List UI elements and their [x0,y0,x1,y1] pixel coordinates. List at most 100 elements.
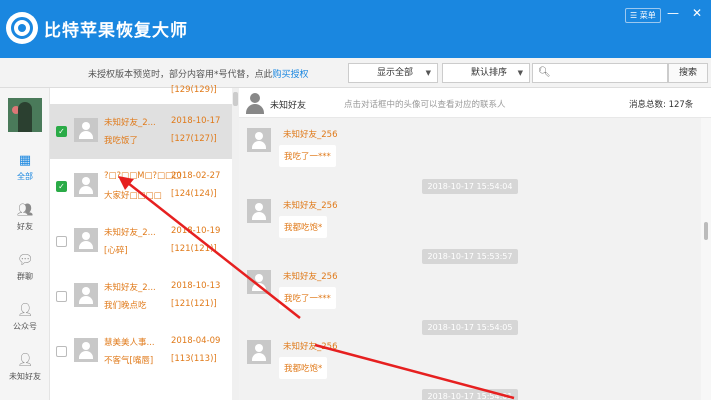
list-item[interactable]: 慧美美人事... 2018-04-09 不客气[嘴唇] [113(113)] [50,324,232,379]
sidebar: ▦ 全部 👥︎ 好友 💬︎ 群聊 👤︎ 公众号 👤︎ 未知好友 [0,88,50,400]
contact-avatar-icon[interactable] [243,91,267,115]
checkbox[interactable]: ✓ [56,181,67,192]
contact-avatar-icon[interactable] [74,338,98,362]
contact-avatar-icon[interactable] [74,173,98,197]
contact-avatar-icon[interactable] [74,118,98,142]
message-timestamp: 2018-10-17 15:54:04 [422,179,518,194]
group-chat-icon: 💬︎ [17,253,34,268]
contact-last-message: 不客气[嘴唇] [104,356,154,366]
contact-name: 慧美美人事... [104,338,155,348]
contact-date: 2018-10-13 [171,281,221,291]
menu-button[interactable]: ☰ 菜单 [625,8,661,23]
checkbox[interactable]: ✓ [56,126,67,137]
contact-last-message: 我吃饭了 [104,136,139,146]
chat-message: 未知好友_256 我吃了一*** [239,266,539,322]
sidebar-item-label: 公众号 [13,322,37,331]
contact-date: 2018-04-09 [171,336,221,346]
contact-avatar-icon[interactable] [74,283,98,307]
sidebar-item-group-chat[interactable]: 💬︎ 群聊 [0,254,50,282]
sidebar-item-friends[interactable]: 👥︎ 好友 [0,204,50,232]
chat-panel: 未知好友_256 我吃了一*** 2018-10-17 15:54:04 未知好… [239,118,701,400]
menu-icon: ☰ [630,11,638,20]
list-item[interactable]: ✓ ?□?□□M□?□□□ 2018-02-27 大家好□□□□ [124(12… [50,159,232,214]
contact-name: 未知好友_2... [104,283,156,293]
message-bubble: 我都吃饱* [279,216,328,238]
message-count: [121(121)] [171,244,217,254]
contact-list-scrollbar[interactable] [232,88,239,400]
chat-message: 未知好友_256 我都吃饱* [239,336,539,392]
search-icon: 🔍︎ [538,67,551,78]
title-bar: 比特苹果恢复大师 ☰ 菜单 — ✕ [0,0,711,58]
sender-avatar-icon[interactable] [247,340,271,364]
close-button[interactable]: ✕ [690,6,704,20]
official-account-icon: 👤︎ [17,303,34,318]
chat-contact-name: 未知好友 [270,101,307,111]
sender-name: 未知好友_256 [283,201,338,211]
checkbox[interactable] [56,346,67,357]
sidebar-item-official-accounts[interactable]: 👤︎ 公众号 [0,304,50,332]
sender-name: 未知好友_256 [283,272,338,282]
chat-message: 未知好友_256 我都吃饱* [239,195,539,251]
checkbox[interactable] [56,236,67,247]
sidebar-item-label: 群聊 [17,272,33,281]
list-item[interactable]: 未知好友_2... 2018-10-13 我们晚点吃 [121(121)] [50,269,232,324]
message-timestamp: 2018-10-17 15:54:01 [422,389,518,400]
sender-name: 未知好友_256 [283,342,338,352]
chevron-down-icon: ▼ [517,69,523,77]
list-item[interactable]: 未知好友_2... 2018-10-19 [心碎] [121(121)] [50,214,232,269]
chevron-down-icon: ▼ [425,69,431,77]
sender-avatar-icon[interactable] [247,270,271,294]
search-input[interactable]: 🔍︎ [532,63,668,83]
contact-name: 未知好友_2... [104,118,156,128]
sidebar-item-label: 全部 [17,172,33,181]
list-item[interactable]: [129(129)] [50,55,232,110]
message-bubble: 我吃了一*** [279,145,336,167]
app-title: 比特苹果恢复大师 [44,21,188,41]
message-count: [121(121)] [171,299,217,309]
avatar[interactable] [8,98,42,132]
message-count: [113(113)] [171,354,217,364]
filter-dropdown[interactable]: 显示全部 ▼ [348,63,438,83]
unknown-friend-icon: 👤︎ [17,353,34,368]
checkbox[interactable] [56,291,67,302]
sender-name: 未知好友_256 [283,130,338,140]
contact-last-message: 大家好□□□□ [104,191,162,201]
message-count: [129(129)] [171,85,217,95]
minimize-button[interactable]: — [666,6,680,20]
contact-list: [129(129)] ✓ 未知好友_2... 2018-10-17 我吃饭了 [… [50,85,232,400]
contact-last-message: 我们晚点吃 [104,301,147,311]
friends-icon: 👥︎ [17,203,34,218]
contact-date: 2018-10-19 [171,226,221,236]
sender-avatar-icon[interactable] [247,128,271,152]
contact-avatar-icon[interactable] [74,228,98,252]
chat-scrollbar[interactable] [701,118,711,400]
sort-label: 默认排序 [471,68,508,78]
message-bubble: 我吃了一*** [279,287,336,309]
menu-label: 菜单 [639,11,656,20]
grid-icon: ▦ [18,153,32,168]
sort-dropdown[interactable]: 默认排序 ▼ [442,63,530,83]
list-item[interactable]: ✓ 未知好友_2... 2018-10-17 我吃饭了 [127(127)] [50,104,232,159]
message-timestamp: 2018-10-17 15:54:05 [422,320,518,335]
contact-name: 未知好友_2... [104,228,156,238]
sidebar-item-unknown-friends[interactable]: 👤︎ 未知好友 [0,354,50,382]
message-count: [124(124)] [171,189,217,199]
message-bubble: 我都吃饱* [279,357,328,379]
sidebar-item-label: 未知好友 [9,372,41,381]
buy-license-link[interactable]: 购买授权 [273,70,309,80]
chat-header: 未知好友 点击对话框中的头像可以查看对应的联系人 消息总数: 127条 [239,88,711,118]
contact-name: ?□?□□M□?□□□ [104,171,182,181]
message-timestamp: 2018-10-17 15:53:57 [422,249,518,264]
search-button[interactable]: 搜索 [668,63,708,83]
chat-hint: 点击对话框中的头像可以查看对应的联系人 [344,100,506,110]
sender-avatar-icon[interactable] [247,199,271,223]
contact-date: 2018-10-17 [171,116,221,126]
sidebar-item-all[interactable]: ▦ 全部 [0,154,50,182]
contact-last-message: [心碎] [104,246,128,256]
filter-label: 显示全部 [377,68,414,78]
message-total: 消息总数: 127条 [629,100,694,110]
app-logo [6,12,38,44]
sidebar-item-label: 好友 [17,222,33,231]
message-count: [127(127)] [171,134,217,144]
chat-message: 未知好友_256 我吃了一*** [239,124,539,180]
